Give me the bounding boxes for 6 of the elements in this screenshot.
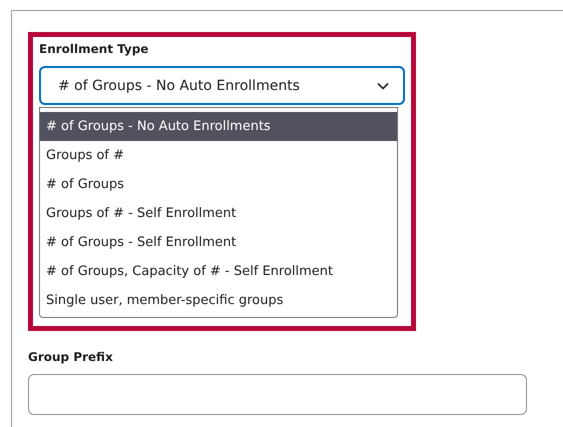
field-label: Enrollment Type: [39, 41, 150, 57]
dropdown-option[interactable]: # of Groups - No Auto Enrollments: [40, 112, 397, 141]
chevron-down-icon: [377, 82, 389, 90]
group-prefix-field[interactable]: [28, 374, 527, 415]
enrollment-type-select[interactable]: # of Groups - No Auto Enrollments: [39, 66, 405, 105]
field-label: Group Prefix: [28, 349, 114, 365]
